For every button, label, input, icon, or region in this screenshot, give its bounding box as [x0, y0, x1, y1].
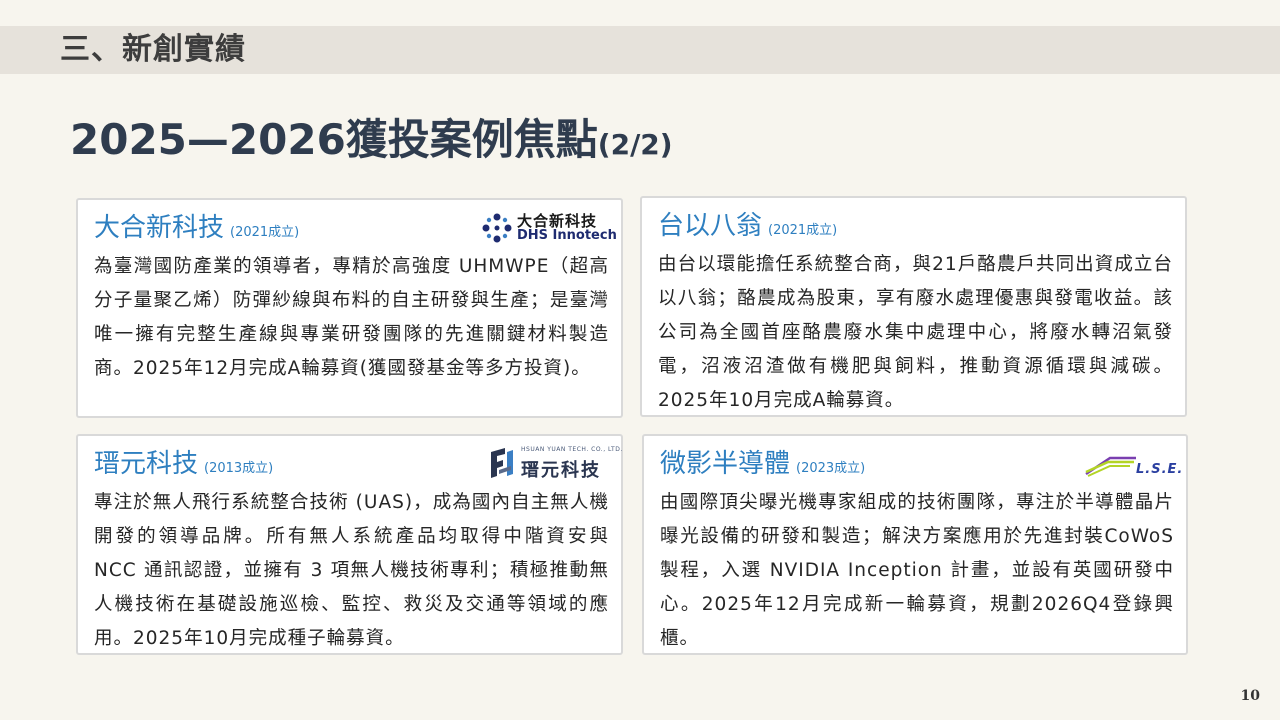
- company-name: 微影半導體 (2023成立): [660, 446, 865, 487]
- dhs-logo-en: DHS Innotech: [517, 228, 617, 243]
- dhs-logo: 大合新科技 DHS Innotech: [481, 208, 617, 248]
- lse-logo-text: L.S.E.: [1136, 462, 1184, 477]
- company-name-text: 微影半導體: [660, 449, 791, 479]
- founded-year: (2013成立): [204, 461, 274, 476]
- company-description: 由國際頂尖曝光機專家組成的技術團隊，專注於半導體晶片曝光設備的研發和製造；解決方…: [660, 492, 1174, 649]
- lse-logo-icon: [1085, 456, 1136, 477]
- page-title-suffix: (2/2): [597, 128, 673, 161]
- page-title-text: 2025—2026獲投案例焦點: [70, 115, 598, 164]
- company-card-lse: 微影半導體 (2023成立) L.S.E. 由國際頂尖曝光機專家組成的技術團隊，專…: [642, 434, 1188, 655]
- hsuanyuan-logo: HSUAN YUAN TECH. CO., LTD. 瑨元科技: [487, 442, 622, 482]
- company-card-taiyi: 台以八翁 (2021成立) 由台以環能擔任系統整合商，與21戶酪農戶共同出資成立台…: [640, 196, 1187, 417]
- company-description: 專注於無人飛行系統整合技術 (UAS)，成為國內自主無人機開發的領導品牌。所有無…: [94, 492, 609, 649]
- company-name: 瑨元科技 (2013成立): [94, 446, 273, 487]
- company-name-text: 台以八翁: [658, 211, 763, 241]
- company-name-text: 瑨元科技: [94, 449, 199, 479]
- page-title: 2025—2026獲投案例焦點(2/2): [70, 110, 673, 175]
- lse-logo: L.S.E.: [1084, 452, 1182, 482]
- page-number: 10: [1240, 688, 1260, 704]
- company-name: 大合新科技 (2021成立): [94, 210, 299, 251]
- company-card-hsuanyuan: 瑨元科技 (2013成立) HSUAN YUAN TECH. CO., LTD. …: [76, 434, 623, 655]
- founded-year: (2021成立): [768, 223, 838, 238]
- section-title: 三、新創實績: [60, 32, 246, 67]
- founded-year: (2023成立): [796, 461, 866, 476]
- company-name-text: 大合新科技: [94, 213, 225, 243]
- hy-logo-zh: 瑨元科技: [521, 460, 601, 481]
- company-description: 由台以環能擔任系統整合商，與21戶酪農戶共同出資成立台以八翁；酪農成為股東，享有…: [658, 254, 1173, 411]
- hy-logo-icon: [491, 448, 513, 478]
- company-description: 為臺灣國防產業的領導者，專精於高強度 UHMWPE（超高分子量聚乙烯）防彈紗線與…: [94, 256, 609, 379]
- company-name: 台以八翁 (2021成立): [658, 208, 837, 249]
- founded-year: (2021成立): [230, 225, 300, 240]
- hy-logo-en: HSUAN YUAN TECH. CO., LTD.: [521, 446, 623, 453]
- company-card-dhs: 大合新科技 (2021成立) 大合新科技 DHS Innotech 為臺灣國防產業…: [76, 198, 623, 418]
- dhs-logo-icon: [482, 213, 512, 243]
